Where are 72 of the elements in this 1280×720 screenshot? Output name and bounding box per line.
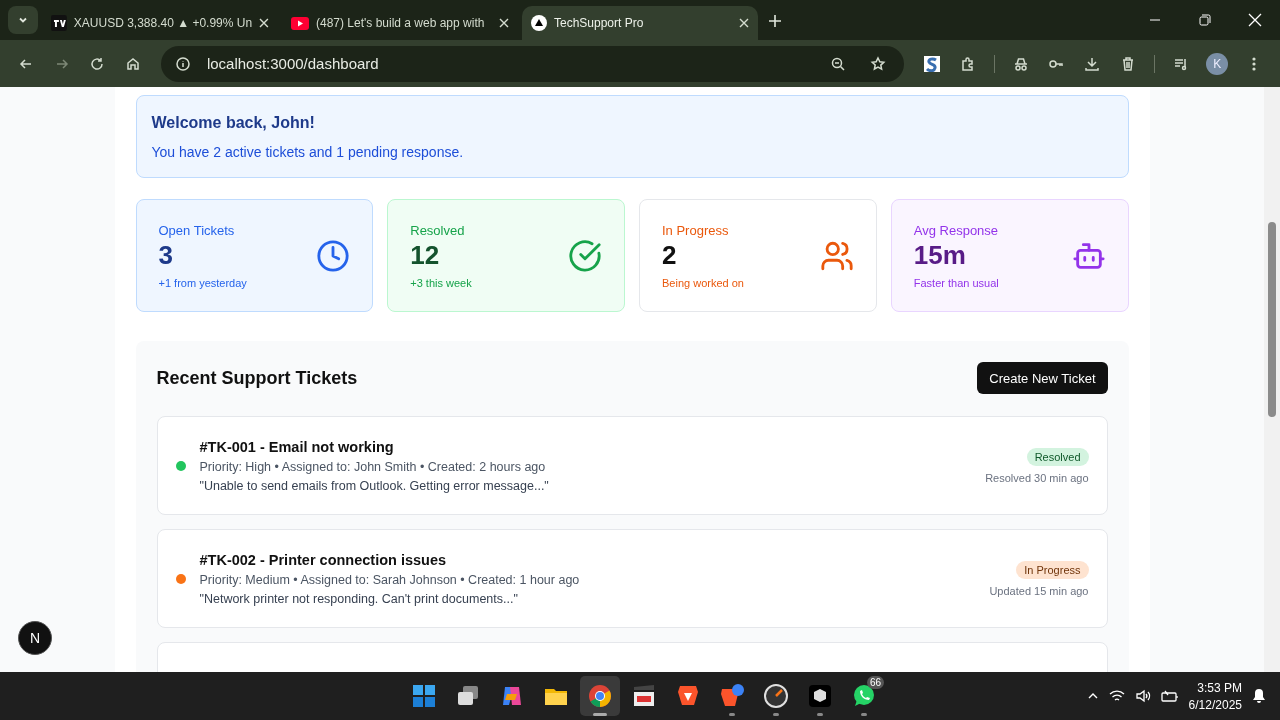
- s-logo-icon: [924, 55, 941, 72]
- clock-time[interactable]: 3:53 PM: [1188, 680, 1242, 695]
- zoom-icon: [830, 55, 847, 72]
- stat-label: In Progress: [662, 223, 730, 238]
- info-icon: [174, 55, 191, 72]
- bell-icon[interactable]: [1252, 688, 1266, 704]
- incognito-icon: [1012, 55, 1029, 72]
- status-badge: Resolved: [1026, 447, 1089, 466]
- windows-icon: [411, 683, 437, 709]
- speedometer-icon: [763, 683, 789, 709]
- clapperboard-icon: [631, 683, 657, 709]
- speaker-icon[interactable]: [1134, 689, 1151, 703]
- ticket-time: Updated 15 min ago: [989, 584, 1089, 597]
- stat-value: 15m: [913, 240, 967, 271]
- battery-icon[interactable]: [1160, 689, 1179, 703]
- browser-tab[interactable]: (487) Let's build a web app with: [282, 6, 518, 40]
- chrome-icon: [587, 683, 613, 709]
- lion-shield-globe-icon: [719, 683, 745, 709]
- address-bar[interactable]: localhost:3000/dashboard: [160, 45, 905, 82]
- ticket-title: #TK-002 - Printer connection issues: [199, 551, 448, 568]
- close-icon: [259, 18, 269, 28]
- ticket-description: "Unable to send emails from Outlook. Getting error message...": [199, 478, 550, 493]
- triangle-logo-icon: [531, 15, 547, 31]
- clock-date[interactable]: 6/12/2025: [1188, 697, 1242, 712]
- browser-tab[interactable]: TechSupport Pro: [522, 6, 758, 40]
- stat-label: Resolved: [410, 223, 466, 238]
- stat-note: Being worked on: [662, 277, 744, 289]
- ticket-card[interactable]: #TK-001 - Email not working Priority: High • Assigned to: John Smith • Created: 2 hours ago "Unable to send emails from Outlook. Getting error message..." Resolved Resolved 30 min ago: [156, 416, 1108, 515]
- plus-icon: [768, 14, 782, 28]
- stat-value: 2: [662, 240, 678, 271]
- create-ticket-button[interactable]: Create New Ticket: [977, 362, 1108, 394]
- ticket-meta: Priority: High • Assigned to: John Smith • Created: 2 hours ago: [199, 459, 547, 474]
- ticket-meta: Priority: Medium • Assigned to: Sarah Johnson • Created: 1 hour ago: [199, 572, 581, 587]
- tab-search-button[interactable]: [8, 6, 38, 34]
- clock-icon: [316, 239, 351, 273]
- bookmark-star-icon: [870, 55, 887, 72]
- check-circle-icon: [568, 239, 602, 273]
- stat-label: Avg Response: [913, 223, 999, 238]
- stat-value: 3: [158, 240, 174, 271]
- ticket-title: #TK-001 - Email not working: [199, 438, 395, 455]
- stat-label: Open Tickets: [158, 223, 236, 238]
- status-badge: In Progress: [1016, 560, 1089, 579]
- welcome-message: You have 2 active tickets and 1 pending response.: [151, 144, 465, 160]
- chart-logo-icon: [51, 15, 67, 31]
- stat-note: +1 from yesterday: [158, 277, 247, 289]
- close-icon: [499, 18, 509, 28]
- ticket-card[interactable]: #TK-002 - Printer connection issues Priority: Medium • Assigned to: Sarah Johnson • Created: 1 hour ago "Network printer not responding. Can't print documents..." In Progress Updated 15 min ago: [156, 529, 1108, 628]
- cube-icon: [807, 683, 833, 709]
- scrollbar[interactable]: [1264, 87, 1280, 672]
- taskbar-app[interactable]: 66: [844, 676, 884, 716]
- stat-value: 12: [410, 240, 441, 271]
- wifi-icon[interactable]: [1108, 689, 1125, 703]
- welcome-title: Welcome back, John!: [151, 114, 316, 132]
- ticket-description: "Network printer not responding. Can't print documents...": [199, 591, 519, 606]
- panel-title: Recent Support Tickets: [156, 367, 358, 389]
- reload-icon: [89, 55, 106, 72]
- url-text: localhost:3000/dashboard: [206, 55, 380, 72]
- download-icon: [1084, 55, 1101, 72]
- close-icon: [739, 18, 749, 28]
- stat-note: Faster than usual: [913, 277, 999, 289]
- stat-note: +3 this week: [410, 277, 472, 289]
- dev-tools-button[interactable]: N: [18, 621, 52, 655]
- users-icon: [819, 239, 854, 273]
- ticket-time: Resolved 30 min ago: [985, 471, 1089, 484]
- more-menu-icon: [1252, 56, 1257, 71]
- browser-tab[interactable]: XAUUSD 3,388.40 ▲ +0.99% Un: [42, 6, 278, 40]
- play-logo-icon: [291, 16, 309, 30]
- close-icon: [1248, 13, 1262, 27]
- notification-badge: 66: [866, 676, 884, 689]
- restore-icon: [1199, 14, 1211, 26]
- taskbar-app[interactable]: [580, 676, 620, 716]
- home-icon: [125, 55, 141, 72]
